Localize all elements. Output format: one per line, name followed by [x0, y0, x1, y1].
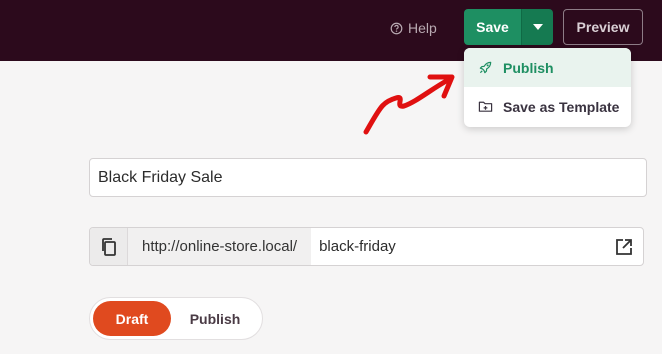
slug-input[interactable] [311, 228, 605, 265]
page-title-input[interactable] [89, 158, 647, 197]
menu-item-publish[interactable]: Publish [464, 48, 631, 87]
rocket-icon [479, 61, 492, 74]
copy-icon [101, 237, 116, 256]
question-circle-icon [390, 22, 403, 34]
help-link[interactable]: Help [390, 18, 437, 38]
open-url-button[interactable] [605, 228, 643, 265]
external-link-icon [616, 238, 632, 255]
page-url-field: http://online-store.local/ [89, 227, 644, 266]
save-options-toggle[interactable] [521, 9, 553, 45]
help-label: Help [408, 20, 437, 36]
menu-item-label: Publish [503, 59, 554, 76]
save-button[interactable]: Save [464, 9, 521, 45]
status-publish-option[interactable]: Publish [171, 301, 259, 336]
url-prefix: http://online-store.local/ [128, 228, 312, 265]
folder-plus-icon [478, 101, 493, 112]
caret-down-icon [532, 24, 543, 30]
status-draft-option[interactable]: Draft [93, 301, 171, 336]
save-options-menu: Publish Save as Template [464, 48, 631, 127]
status-toggle: Draft Publish [89, 297, 263, 340]
annotation-arrow [363, 74, 455, 135]
menu-item-label: Save as Template [503, 98, 620, 115]
menu-item-save-as-template[interactable]: Save as Template [464, 87, 631, 126]
copy-url-button[interactable] [90, 228, 128, 265]
preview-button[interactable]: Preview [563, 9, 643, 45]
save-button-group: Save [464, 9, 553, 45]
